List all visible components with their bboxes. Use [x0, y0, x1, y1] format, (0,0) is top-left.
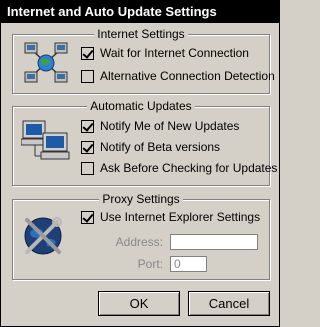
ask-before-checking-option[interactable]: Ask Before Checking for Updates [81, 159, 277, 177]
internet-settings-group: Internet Settings Wait for Internet Conn… [12, 27, 275, 94]
network-icon [24, 42, 68, 83]
cancel-button[interactable]: Cancel [188, 291, 270, 316]
port-input[interactable]: 0 [170, 256, 207, 272]
use-ie-settings-label: Use Internet Explorer Settings [100, 210, 261, 224]
window-title: Internet and Auto Update Settings [1, 1, 279, 23]
notify-new-updates-option[interactable]: Notify Me of New Updates [81, 117, 239, 135]
globe-tools-icon [24, 217, 62, 255]
internet-settings-title: Internet Settings [94, 27, 188, 41]
notify-new-updates-label: Notify Me of New Updates [100, 119, 240, 133]
wait-for-connection-option[interactable]: Wait for Internet Connection [81, 44, 249, 62]
use-ie-settings-option[interactable]: Use Internet Explorer Settings [81, 208, 260, 226]
ok-button[interactable]: OK [98, 291, 180, 316]
alternative-detection-label: Alternative Connection Detection [100, 69, 275, 83]
automatic-updates-group: Automatic Updates Notify Me of New Updat… [12, 99, 277, 186]
notify-beta-checkbox[interactable] [81, 140, 94, 154]
automatic-updates-title: Automatic Updates [87, 99, 195, 113]
wait-for-connection-checkbox[interactable] [81, 46, 94, 60]
alternative-detection-option[interactable]: Alternative Connection Detection [81, 67, 275, 85]
notify-beta-option[interactable]: Notify of Beta versions [81, 138, 220, 156]
proxy-settings-title: Proxy Settings [99, 192, 183, 206]
address-label: Address: [115, 235, 163, 249]
alternative-detection-checkbox[interactable] [81, 69, 94, 83]
ask-before-checking-label: Ask Before Checking for Updates [100, 161, 278, 175]
wait-for-connection-label: Wait for Internet Connection [100, 46, 249, 60]
ask-before-checking-checkbox[interactable] [81, 161, 94, 175]
notify-beta-label: Notify of Beta versions [100, 140, 221, 154]
settings-dialog: Internet and Auto Update Settings Intern… [0, 0, 280, 327]
proxy-settings-group: Proxy Settings Use Internet Explorer Set… [12, 192, 270, 280]
address-input[interactable] [170, 234, 258, 250]
port-label: Port: [137, 257, 163, 271]
computers-icon [21, 120, 70, 160]
use-ie-settings-checkbox[interactable] [81, 210, 94, 224]
notify-new-updates-checkbox[interactable] [81, 119, 94, 133]
